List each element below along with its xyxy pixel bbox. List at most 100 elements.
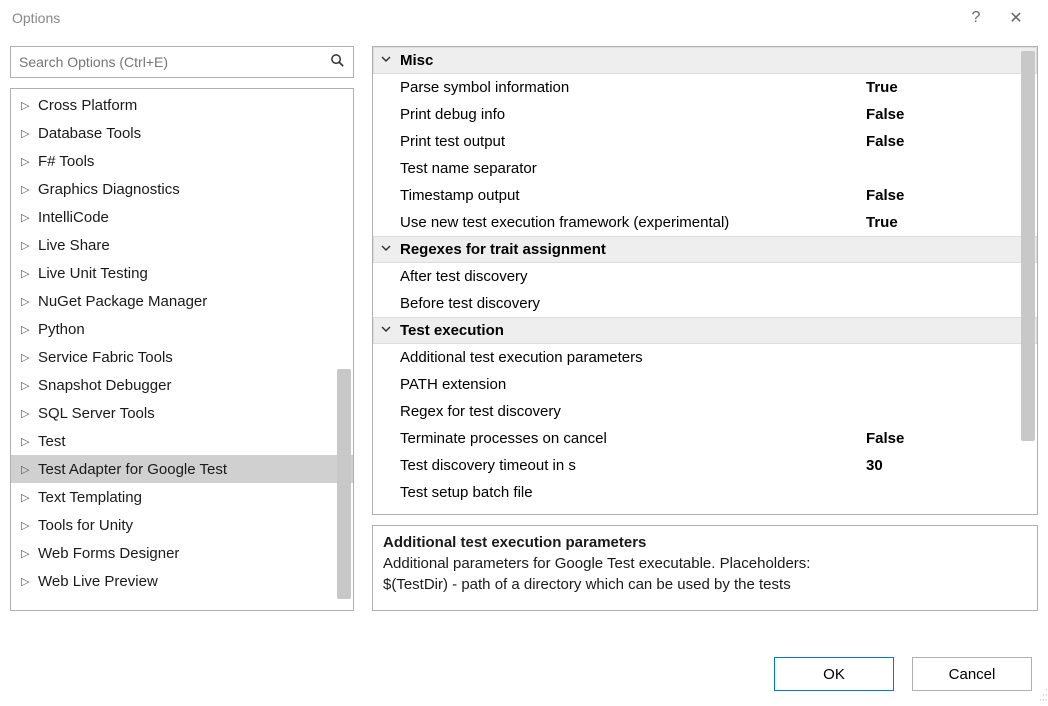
property-row[interactable]: Test setup batch file (373, 479, 1037, 506)
tree-item[interactable]: ▷ Test Adapter for Google Test (11, 455, 353, 483)
tree-item-label: Text Templating (38, 489, 142, 506)
tree-scrollbar[interactable] (337, 369, 351, 599)
tree-item[interactable]: ▷ SQL Server Tools (11, 399, 353, 427)
tree-item-label: Test Adapter for Google Test (38, 461, 227, 478)
property-row[interactable]: Regex for test discovery (373, 398, 1037, 425)
caret-right-icon: ▷ (21, 183, 33, 196)
search-input[interactable] (19, 54, 330, 70)
cancel-button[interactable]: Cancel (912, 657, 1032, 691)
caret-right-icon: ▷ (21, 267, 33, 280)
property-value[interactable]: 30 (866, 457, 1036, 474)
tree-item[interactable]: ▷ F# Tools (11, 147, 353, 175)
description-title: Additional test execution parameters (383, 532, 1027, 553)
property-value[interactable]: True (866, 79, 1036, 96)
tree-item[interactable]: ▷ Snapshot Debugger (11, 371, 353, 399)
tree-item[interactable]: ▷Database Tools (11, 119, 353, 147)
property-label: Terminate processes on cancel (398, 430, 866, 447)
caret-right-icon: ▷ (21, 463, 33, 476)
property-row[interactable]: Print test outputFalse (373, 128, 1037, 155)
caret-right-icon: ▷ (21, 99, 33, 112)
property-group-label: Test execution (398, 322, 1036, 339)
grid-scrollbar[interactable] (1021, 51, 1035, 441)
resize-grip-icon[interactable]: ·· ·· · · (1039, 688, 1046, 703)
ok-button[interactable]: OK (774, 657, 894, 691)
tree-item-label: Test (38, 433, 66, 450)
caret-right-icon: ▷ (21, 519, 33, 532)
property-group[interactable]: Regexes for trait assignment (373, 236, 1037, 263)
tree-item-label: Cross Platform (38, 97, 137, 114)
tree-item-label: Web Live Preview (38, 573, 158, 590)
search-icon[interactable] (330, 53, 345, 72)
tree-item-label: IntelliCode (38, 209, 109, 226)
property-value[interactable]: False (866, 187, 1036, 204)
caret-right-icon: ▷ (21, 155, 33, 168)
caret-right-icon: ▷ (21, 211, 33, 224)
tree-item[interactable]: ▷Python (11, 315, 353, 343)
property-row[interactable]: Use new test execution framework (experi… (373, 209, 1037, 236)
property-label: Print debug info (398, 106, 866, 123)
caret-right-icon: ▷ (21, 407, 33, 420)
tree-item-label: Tools for Unity (38, 517, 133, 534)
tree-item-label: Database Tools (38, 125, 141, 142)
chevron-down-icon[interactable] (374, 54, 398, 67)
tree-item[interactable]: ▷ Service Fabric Tools (11, 343, 353, 371)
property-value[interactable]: False (866, 106, 1036, 123)
chevron-down-icon[interactable] (374, 243, 398, 256)
tree-item[interactable]: ▷ Cross Platform (11, 91, 353, 119)
chevron-down-icon[interactable] (374, 324, 398, 337)
property-value[interactable]: True (866, 214, 1036, 231)
property-row[interactable]: Test name separator (373, 155, 1037, 182)
tree-item-label: NuGet Package Manager (38, 293, 207, 310)
tree-item[interactable]: ▷ Web Live Preview (11, 567, 353, 595)
caret-right-icon: ▷ (21, 295, 33, 308)
help-button[interactable]: ? (956, 9, 996, 27)
property-group[interactable]: Test execution (373, 317, 1037, 344)
property-label: Parse symbol information (398, 79, 866, 96)
property-label: Regex for test discovery (398, 403, 866, 420)
tree-item-label: Service Fabric Tools (38, 349, 173, 366)
tree-item[interactable]: ▷ Tools for Unity (11, 511, 353, 539)
description-panel: Additional test execution parameters Add… (372, 525, 1038, 611)
property-group-label: Regexes for trait assignment (398, 241, 1036, 258)
property-group[interactable]: Misc (373, 47, 1037, 74)
property-label: Use new test execution framework (experi… (398, 214, 866, 231)
property-value[interactable]: False (866, 133, 1036, 150)
tree-item[interactable]: ▷Live Unit Testing (11, 259, 353, 287)
tree-item[interactable]: ▷Test (11, 427, 353, 455)
property-row[interactable]: Timestamp outputFalse (373, 182, 1037, 209)
property-label: Timestamp output (398, 187, 866, 204)
tree-item-label: Graphics Diagnostics (38, 181, 180, 198)
description-line: Additional parameters for Google Test ex… (383, 553, 1027, 574)
tree-item[interactable]: ▷Web Forms Designer (11, 539, 353, 567)
category-tree: ▷Cross Platform▷Database Tools▷F# Tools▷… (10, 88, 354, 611)
tree-item[interactable]: ▷ IntelliCode (11, 203, 353, 231)
caret-right-icon: ▷ (21, 351, 33, 364)
caret-right-icon: ▷ (21, 379, 33, 392)
property-row[interactable]: After test discovery (373, 263, 1037, 290)
property-row[interactable]: Before test discovery (373, 290, 1037, 317)
property-value[interactable]: False (866, 430, 1036, 447)
caret-right-icon: ▷ (21, 547, 33, 560)
property-label: Test setup batch file (398, 484, 866, 501)
property-row[interactable]: Terminate processes on cancelFalse (373, 425, 1037, 452)
caret-right-icon: ▷ (21, 491, 33, 504)
property-row[interactable]: Parse symbol informationTrue (373, 74, 1037, 101)
caret-right-icon: ▷ (21, 575, 33, 588)
window-title: Options (12, 10, 956, 26)
search-box[interactable] (10, 46, 354, 78)
tree-item[interactable]: ▷ Text Templating (11, 483, 353, 511)
tree-item[interactable]: ▷Live Share (11, 231, 353, 259)
close-button[interactable]: ✕ (996, 8, 1036, 28)
tree-item-label: Live Share (38, 237, 110, 254)
tree-item[interactable]: ▷ NuGet Package Manager (11, 287, 353, 315)
description-line: $(TestDir) - path of a directory which c… (383, 574, 1027, 595)
property-row[interactable]: Test discovery timeout in s30 (373, 452, 1037, 479)
property-row[interactable]: PATH extension (373, 371, 1037, 398)
tree-item[interactable]: ▷ Graphics Diagnostics (11, 175, 353, 203)
property-row[interactable]: Additional test execution parameters (373, 344, 1037, 371)
tree-item-label: SQL Server Tools (38, 405, 155, 422)
property-row[interactable]: Print debug infoFalse (373, 101, 1037, 128)
tree-item-label: F# Tools (38, 153, 94, 170)
tree-item-label: Snapshot Debugger (38, 377, 171, 394)
titlebar: Options ? ✕ (0, 0, 1048, 36)
